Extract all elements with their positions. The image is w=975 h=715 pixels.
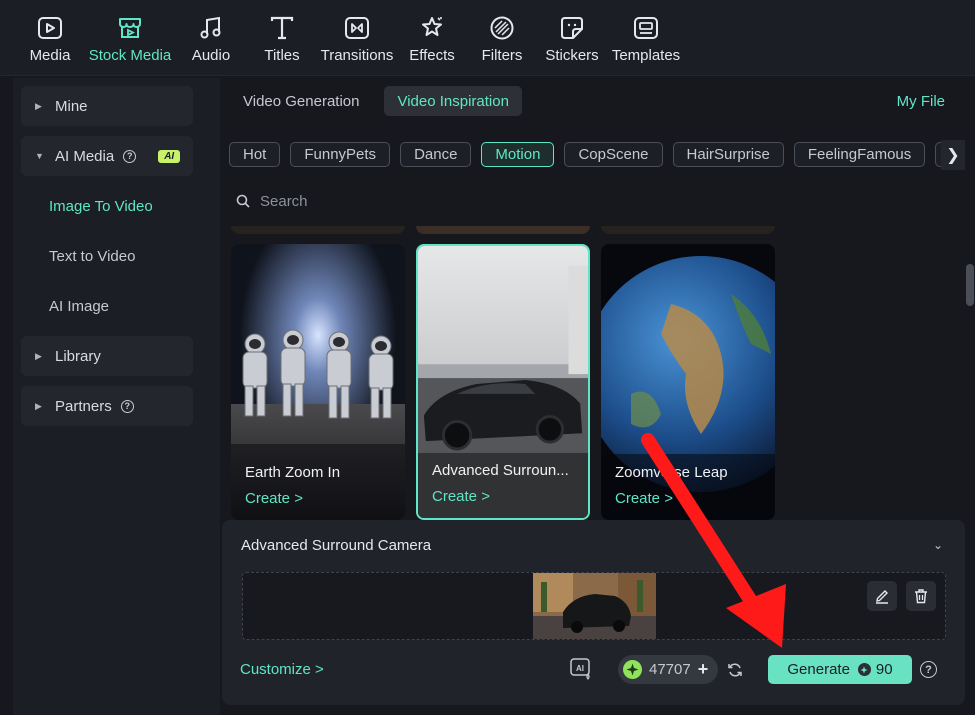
chip-feelingfamous[interactable]: FeelingFamous: [793, 142, 926, 167]
sidebar-item-ai-image[interactable]: AI Image: [49, 298, 109, 315]
generate-cost: 90: [857, 661, 893, 678]
card-peek: [416, 226, 590, 234]
caret-right-icon: ▶: [35, 400, 42, 411]
chip-copscene[interactable]: CopScene: [564, 142, 663, 167]
left-sidebar: ▶ Mine ▼ AI Media ? AI Image To Video Te…: [13, 78, 220, 715]
sidebar-item-text-to-video[interactable]: Text to Video: [49, 248, 135, 265]
toolbar-titles-label: Titles: [264, 47, 300, 64]
chip-motion[interactable]: Motion: [481, 142, 555, 167]
help-icon[interactable]: ?: [120, 399, 134, 413]
delete-button[interactable]: [906, 581, 936, 611]
search-placeholder: Search: [260, 192, 308, 210]
effects-icon: [418, 14, 446, 42]
toolbar-audio-label: Audio: [191, 47, 231, 64]
template-card-earth-zoom-in[interactable]: Earth Zoom In Create >: [231, 244, 405, 520]
generate-panel: Advanced Surround Camera ⌄ Customize > A…: [222, 520, 965, 705]
music-note-icon: [197, 14, 225, 42]
sidebar-item-ai-media[interactable]: ▼ AI Media ? AI: [21, 136, 193, 176]
card-peek: [601, 226, 775, 234]
templates-icon: [632, 14, 660, 42]
tab-video-generation[interactable]: Video Generation: [230, 86, 372, 116]
main-tabs: Video Generation Video Inspiration: [230, 86, 522, 116]
trash-icon: [915, 589, 927, 604]
toolbar-media-label: Media: [29, 47, 71, 64]
toolbar-media-button[interactable]: Media: [15, 0, 85, 76]
selected-template-title: Advanced Surround Camera: [241, 537, 432, 554]
media-icon: [36, 14, 64, 42]
text-t-icon: [268, 14, 296, 42]
card-create-link[interactable]: Create >: [245, 490, 303, 507]
toolbar-effects-button[interactable]: Effects: [397, 0, 467, 76]
credit-coin-icon: [857, 663, 871, 676]
card-title: Earth Zoom In: [245, 464, 341, 481]
chip-hairsurprise[interactable]: HairSurprise: [672, 142, 784, 167]
transitions-icon: [343, 14, 371, 42]
help-icon[interactable]: ?: [920, 661, 937, 678]
toolbar-filters-button[interactable]: Filters: [467, 0, 537, 76]
toolbar-stickers-button[interactable]: Stickers: [537, 0, 607, 76]
caret-right-icon: ▶: [35, 100, 42, 111]
chip-dance[interactable]: Dance: [400, 142, 472, 167]
toolbar-transitions-label: Transitions: [320, 47, 394, 64]
credit-gem-icon: [623, 660, 642, 679]
help-icon[interactable]: ?: [123, 149, 137, 163]
credits-value: 47707: [649, 661, 691, 678]
card-title: Zoomverse Leap: [615, 464, 728, 481]
sidebar-item-image-to-video[interactable]: Image To Video: [49, 198, 153, 215]
chip-funnypets[interactable]: FunnyPets: [290, 142, 391, 167]
card-peek: [231, 226, 405, 234]
ai-settings-icon[interactable]: AI: [569, 657, 593, 681]
sidebar-item-library[interactable]: ▶ Library: [21, 336, 193, 376]
card-title: Advanced Surroun...: [432, 462, 569, 479]
sidebar-item-label: AI Media: [55, 147, 115, 165]
pencil-icon: [876, 590, 888, 604]
category-chips: Hot FunnyPets Dance Motion CopScene Hair…: [229, 142, 941, 168]
add-credits-button[interactable]: +: [698, 659, 709, 680]
generate-cost-value: 90: [875, 661, 893, 678]
chevron-down-icon[interactable]: ⌄: [933, 538, 943, 552]
card-create-link[interactable]: Create >: [432, 488, 490, 505]
toolbar-transitions-button[interactable]: Transitions: [317, 0, 397, 76]
chevron-right-icon[interactable]: ❯: [941, 140, 965, 170]
stickers-icon: [558, 14, 586, 42]
toolbar-stock-media-label: Stock Media: [88, 47, 172, 64]
toolbar-stock-media-button[interactable]: Stock Media: [85, 0, 175, 76]
sidebar-item-label: Partners: [55, 397, 112, 415]
customize-link[interactable]: Customize >: [240, 661, 324, 678]
image-upload-area[interactable]: [242, 572, 946, 640]
stock-media-icon: [116, 14, 144, 42]
toolbar-filters-label: Filters: [481, 47, 523, 64]
template-card-zoomverse-leap[interactable]: Zoomverse Leap Create >: [601, 244, 775, 520]
toolbar-stickers-label: Stickers: [545, 47, 599, 64]
refresh-icon[interactable]: [727, 662, 743, 678]
search-icon: [236, 194, 250, 208]
toolbar-templates-button[interactable]: Templates: [607, 0, 685, 76]
generate-button[interactable]: Generate 90: [768, 655, 912, 684]
toolbar-templates-label: Templates: [611, 47, 681, 64]
sidebar-item-label: Mine: [55, 97, 88, 115]
generate-label: Generate: [787, 661, 850, 678]
edit-button[interactable]: [867, 581, 897, 611]
card-create-link[interactable]: Create >: [615, 490, 673, 507]
toolbar-effects-label: Effects: [409, 47, 455, 64]
content-scrollbar[interactable]: [966, 264, 974, 306]
sidebar-item-mine[interactable]: ▶ Mine: [21, 86, 193, 126]
filters-icon: [488, 14, 516, 42]
tab-video-inspiration[interactable]: Video Inspiration: [384, 86, 522, 116]
chip-hot[interactable]: Hot: [229, 142, 281, 167]
template-card-advanced-surround[interactable]: Advanced Surroun... Create >: [416, 244, 590, 520]
toolbar-titles-button[interactable]: Titles: [247, 0, 317, 76]
sidebar-item-partners[interactable]: ▶ Partners ?: [21, 386, 193, 426]
toolbar-audio-button[interactable]: Audio: [175, 0, 247, 76]
credits-balance: 47707 +: [618, 655, 718, 684]
caret-down-icon: ▼: [35, 151, 44, 161]
caret-right-icon: ▶: [35, 350, 42, 361]
svg-text:AI: AI: [576, 664, 584, 673]
uploaded-car-image: [533, 573, 656, 639]
sidebar-item-label: Library: [55, 347, 101, 365]
my-file-link[interactable]: My File: [897, 93, 945, 110]
top-toolbar: Media Stock Media Audio Titles Transitio…: [0, 0, 975, 76]
search-input[interactable]: Search: [230, 186, 530, 216]
ai-badge: AI: [158, 149, 181, 163]
